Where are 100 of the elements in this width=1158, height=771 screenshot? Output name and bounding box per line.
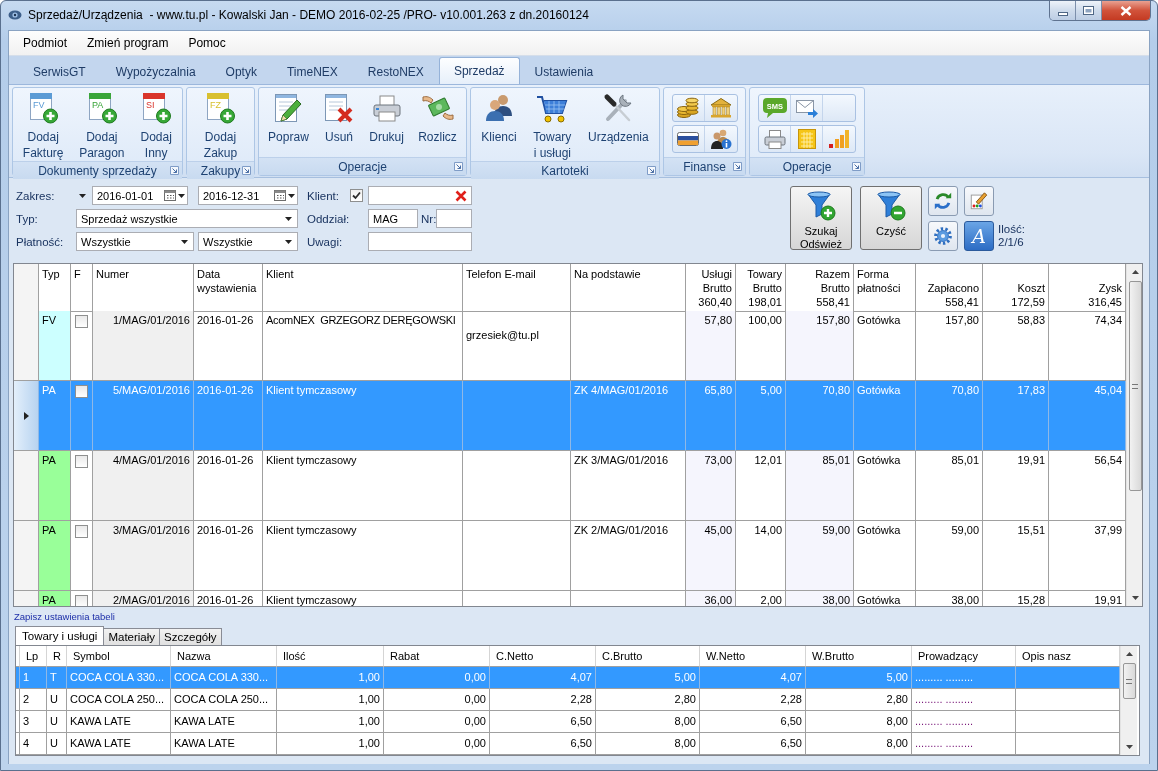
dialog-launcher-icon[interactable] <box>454 162 463 171</box>
ribbon-button[interactable]: FZ Dodaj Zakup <box>202 90 239 161</box>
tab[interactable]: Szczegóły <box>159 628 222 645</box>
column-header[interactable]: Prowadzący <box>918 650 978 662</box>
maximize-button[interactable] <box>1076 1 1102 20</box>
table-row[interactable]: FV 1/MAG/01/2016 2016-01-26 AcomNEX GRZEGORZ DERĘGOWSKI grzesiek@tu.pl 57,80 100,00 157,80 Gotówka 157,80 58,83 74,34 <box>14 311 1126 381</box>
font-button[interactable]: A <box>964 221 994 251</box>
row-checkbox[interactable] <box>75 455 88 468</box>
tab[interactable]: TimeNEX <box>271 59 353 84</box>
column-header[interactable]: W.Brutto <box>812 650 855 662</box>
column-header[interactable]: Data wystawienia <box>197 267 257 295</box>
ribbon-button[interactable]: Rozlicz <box>417 90 458 145</box>
column-header[interactable]: Typ <box>42 267 60 281</box>
column-header[interactable]: Forma płatności <box>857 267 901 295</box>
caret-icon[interactable] <box>79 193 86 198</box>
column-header[interactable]: Opis nasz <box>1022 650 1071 662</box>
dialog-launcher-icon[interactable] <box>647 166 656 175</box>
ribbon-button[interactable]: SI Dodaj Inny <box>139 90 174 161</box>
type-dropdown[interactable]: Sprzedaż wszystkie <box>76 209 298 228</box>
tab[interactable]: Materiały <box>103 628 161 645</box>
ribbon-button[interactable]: Drukuj <box>368 90 405 145</box>
column-header[interactable]: Ilość <box>283 650 306 662</box>
scroll-down-icon[interactable] <box>1125 745 1133 749</box>
column-header[interactable]: C.Brutto <box>602 650 643 662</box>
column-header[interactable]: R <box>53 650 61 662</box>
refresh-button[interactable] <box>928 186 958 216</box>
ribbon-button[interactable]: Urządzenia <box>586 90 650 145</box>
tab[interactable]: RestoNEX <box>352 59 439 84</box>
client-checkbox[interactable] <box>350 189 363 202</box>
dialog-launcher-icon[interactable] <box>852 162 861 171</box>
tab[interactable]: SerwisGT <box>18 59 101 84</box>
column-header[interactable]: F <box>74 267 81 281</box>
caret-icon[interactable] <box>178 193 185 198</box>
save-settings-link[interactable]: Zapisz ustawienia tabeli <box>14 611 115 622</box>
scroll-thumb[interactable] <box>1122 663 1136 699</box>
column-header[interactable]: Rabat <box>390 650 420 662</box>
date-field[interactable]: 2016-01-01 <box>92 186 188 205</box>
table-row[interactable]: 4 U KAWA LATE KAWA LATE 1,00 0,00 6,50 8,00 6,50 8,00 ......... ......... <box>16 733 1120 755</box>
menu-item[interactable]: Pomoc <box>178 36 236 50</box>
row-checkbox[interactable] <box>75 595 88 606</box>
row-checkbox[interactable] <box>75 525 88 538</box>
table-row[interactable]: PA 4/MAG/01/2016 2016-01-26 Klient tymczasowy ZK 3/MAG/01/2016 73,00 12,01 85,01 Gotówka 85,01 19,91 56,54 <box>14 451 1126 521</box>
number-field[interactable] <box>436 209 472 228</box>
column-header[interactable]: C.Netto <box>496 650 534 662</box>
dialog-launcher-icon[interactable] <box>242 166 251 175</box>
close-button[interactable] <box>1102 1 1150 20</box>
branch-field[interactable]: MAG <box>368 209 418 228</box>
ribbon-button[interactable]: FV Dodaj Fakturę <box>21 90 65 161</box>
minimize-button[interactable] <box>1050 1 1076 20</box>
scroll-up-icon[interactable] <box>1125 652 1133 656</box>
column-header[interactable]: Koszt <box>1017 281 1045 295</box>
column-header[interactable]: Towary Brutto <box>747 267 782 295</box>
column-header[interactable]: Telefon E-mail <box>466 267 536 281</box>
payment-dropdown[interactable]: Wszystkie <box>198 232 298 251</box>
clear-icon[interactable] <box>455 189 467 202</box>
tab[interactable]: Sprzedaż <box>438 57 520 84</box>
menu-item[interactable]: Podmiot <box>13 36 78 50</box>
scroll-thumb[interactable] <box>1128 281 1142 491</box>
ribbon-button[interactable]: Popraw <box>267 90 310 145</box>
scroll-down-icon[interactable] <box>1131 596 1139 600</box>
payment-dropdown[interactable]: Wszystkie <box>76 232 194 251</box>
clear-button[interactable]: Czyść <box>860 186 922 250</box>
dialog-launcher-icon[interactable] <box>170 166 179 175</box>
column-header[interactable]: Razem Brutto <box>815 267 850 295</box>
tab[interactable]: Ustawienia <box>519 59 609 84</box>
dialog-launcher-icon[interactable] <box>733 162 742 171</box>
menu-item[interactable]: Zmień program <box>77 36 179 50</box>
vertical-scrollbar[interactable] <box>1120 646 1137 755</box>
search-button[interactable]: Szukaj Odśwież <box>790 186 852 250</box>
table-row[interactable]: 3 U KAWA LATE KAWA LATE 1,00 0,00 6,50 8,00 6,50 8,00 ......... ......... <box>16 711 1120 733</box>
paint-button[interactable] <box>964 186 994 216</box>
caret-icon[interactable] <box>288 193 295 198</box>
column-header[interactable]: Usługi Brutto <box>701 267 732 295</box>
notes-field[interactable] <box>368 232 472 251</box>
column-header[interactable]: Klient <box>266 267 294 281</box>
settings-button[interactable] <box>928 221 958 251</box>
table-cell: 4/MAG/01/2016 <box>93 451 194 521</box>
ribbon-button[interactable]: Usuń <box>322 90 357 145</box>
column-header[interactable]: W.Netto <box>706 650 746 662</box>
column-header[interactable]: Nazwa <box>177 650 211 662</box>
column-header[interactable]: Symbol <box>73 650 110 662</box>
row-checkbox[interactable] <box>75 385 88 398</box>
tab[interactable]: Towary i usługi <box>15 626 105 645</box>
scroll-up-icon[interactable] <box>1131 270 1139 274</box>
column-header[interactable]: Zysk <box>1098 281 1122 295</box>
column-header[interactable]: Na podstawie <box>574 267 641 281</box>
ribbon-button[interactable]: PA Dodaj Paragon <box>78 90 126 161</box>
column-header[interactable]: Zapłacono <box>927 281 979 295</box>
date-field[interactable]: 2016-12-31 <box>198 186 298 205</box>
tab[interactable]: Optyk <box>210 59 272 84</box>
column-header[interactable]: Lp <box>26 650 39 662</box>
client-field[interactable] <box>368 186 472 205</box>
row-checkbox[interactable] <box>75 315 88 328</box>
ribbon-button[interactable]: Towary i usługi <box>532 90 573 161</box>
table-row[interactable]: 2 U COCA COLA 250... COCA COLA 250... 1,00 0,00 2,28 2,80 2,28 2,80 ......... ......... <box>16 689 1120 711</box>
column-header[interactable]: Numer <box>96 267 129 281</box>
tab[interactable]: Wypożyczalnia <box>100 59 211 84</box>
ribbon-button[interactable]: Klienci <box>480 90 518 145</box>
table-row[interactable]: PA 3/MAG/01/2016 2016-01-26 Klient tymczasowy ZK 2/MAG/01/2016 45,00 14,00 59,00 Gotówka 59,00 15,51 37,99 <box>14 521 1126 591</box>
vertical-scrollbar[interactable] <box>1126 264 1142 606</box>
